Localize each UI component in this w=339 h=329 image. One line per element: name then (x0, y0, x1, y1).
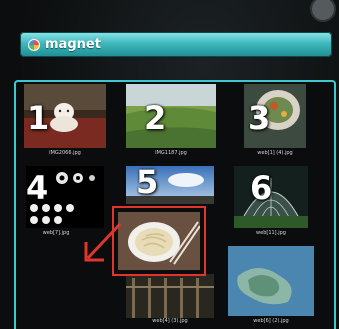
photo-caption: web[11].jpg (256, 230, 286, 236)
corner-knob[interactable] (310, 0, 336, 22)
photo-caption: web[1] (4).jpg (257, 150, 293, 156)
photo-thumb-2[interactable]: 2 IMG1187.jpg (126, 84, 216, 158)
drag-arrow-icon (84, 222, 122, 262)
photo-thumb-7[interactable]: web[6] (2).jpg (228, 246, 314, 328)
photo-caption: IMG1187.jpg (155, 150, 187, 156)
photo-number-label: 6 (250, 169, 273, 207)
photo-aerial-image (228, 246, 314, 316)
photo-number-label: 3 (248, 99, 271, 137)
photo-caption: web[4] (3).jpg (152, 318, 188, 324)
photo-fence-image (126, 274, 214, 318)
photo-caption: web[6] (2).jpg (253, 318, 289, 324)
photo-number-label: 5 (136, 163, 159, 201)
photo-gallery-panel: 1 IMG2066.jpg 2 IMG1187.jpg 3 web[1] (4)… (14, 80, 336, 329)
app-title: magnet (45, 37, 101, 52)
magnet-gallery-screen: magnet 1 IMG2066.jpg 2 IMG1187.jpg 3 web… (0, 0, 339, 329)
photo-thumb-6[interactable]: 6 web[11].jpg (234, 166, 308, 238)
photo-number-label: 2 (144, 99, 167, 137)
magnet-app-icon (28, 38, 40, 51)
app-header: magnet (20, 32, 332, 57)
photo-thumb-3[interactable]: 3 web[1] (4).jpg (244, 84, 306, 158)
photo-grass-image (126, 84, 216, 148)
